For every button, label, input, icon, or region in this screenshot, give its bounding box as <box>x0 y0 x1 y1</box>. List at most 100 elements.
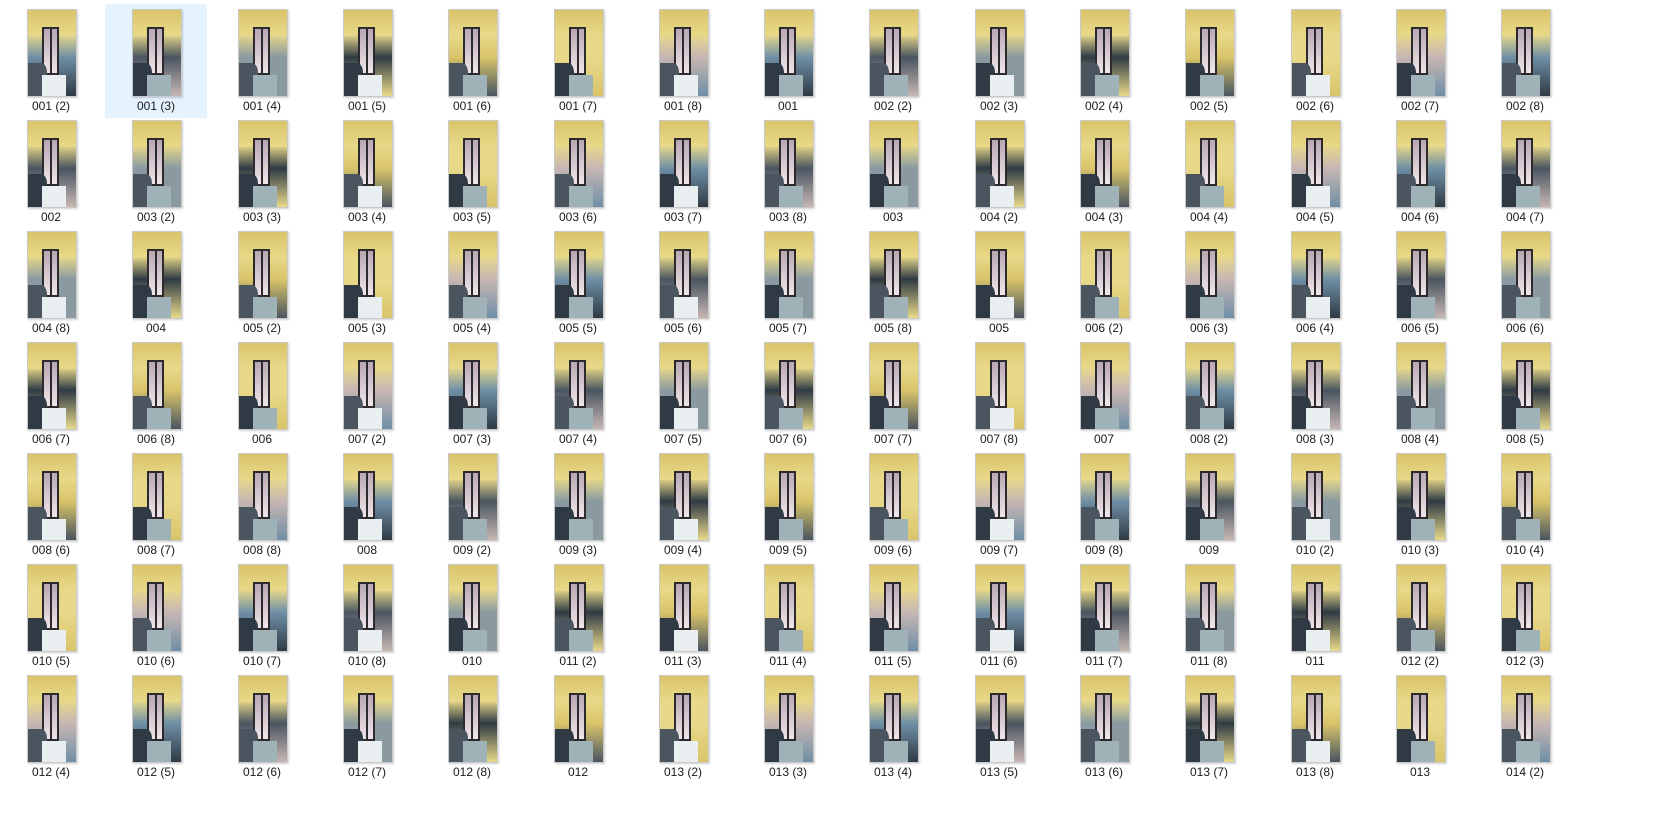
file-item[interactable]: 007 (8) <box>948 337 1050 451</box>
file-item[interactable]: 007 (6) <box>737 337 839 451</box>
file-item[interactable]: 011 (3) <box>632 559 734 673</box>
file-item[interactable]: 012 (8) <box>421 670 523 784</box>
file-item[interactable]: 007 (7) <box>842 337 944 451</box>
file-item[interactable]: 007 (5) <box>632 337 734 451</box>
file-item[interactable]: 006 (3) <box>1158 226 1260 340</box>
file-item[interactable]: 001 (2) <box>0 4 102 118</box>
file-item[interactable]: 006 (7) <box>0 337 102 451</box>
file-item[interactable]: 010 (4) <box>1474 448 1576 562</box>
file-item[interactable]: 008 (5) <box>1474 337 1576 451</box>
file-item[interactable]: 012 (7) <box>316 670 418 784</box>
file-item[interactable]: 010 (2) <box>1264 448 1366 562</box>
file-item[interactable]: 001 <box>737 4 839 118</box>
file-item[interactable]: 002 (8) <box>1474 4 1576 118</box>
file-item[interactable]: 008 (8) <box>211 448 313 562</box>
file-item[interactable]: 013 (8) <box>1264 670 1366 784</box>
file-item[interactable]: 005 <box>948 226 1050 340</box>
file-item[interactable]: 007 (4) <box>527 337 629 451</box>
file-item[interactable]: 008 <box>316 448 418 562</box>
file-item[interactable]: 009 (4) <box>632 448 734 562</box>
file-item[interactable]: 008 (7) <box>105 448 207 562</box>
file-item[interactable]: 004 (8) <box>0 226 102 340</box>
file-item[interactable]: 001 (6) <box>421 4 523 118</box>
file-item[interactable]: 005 (3) <box>316 226 418 340</box>
file-item[interactable]: 013 (4) <box>842 670 944 784</box>
file-item[interactable]: 011 (5) <box>842 559 944 673</box>
file-item[interactable]: 006 (2) <box>1053 226 1155 340</box>
file-item[interactable]: 003 (7) <box>632 115 734 229</box>
file-item[interactable]: 010 (8) <box>316 559 418 673</box>
file-item[interactable]: 009 (2) <box>421 448 523 562</box>
file-item[interactable]: 006 <box>211 337 313 451</box>
file-item[interactable]: 006 (6) <box>1474 226 1576 340</box>
file-item[interactable]: 006 (4) <box>1264 226 1366 340</box>
file-item[interactable]: 013 (5) <box>948 670 1050 784</box>
file-item[interactable]: 008 (6) <box>0 448 102 562</box>
file-item[interactable]: 007 (3) <box>421 337 523 451</box>
file-item[interactable]: 009 (6) <box>842 448 944 562</box>
file-item[interactable]: 001 (5) <box>316 4 418 118</box>
file-item[interactable]: 011 <box>1264 559 1366 673</box>
file-item[interactable]: 004 (2) <box>948 115 1050 229</box>
file-item[interactable]: 005 (5) <box>527 226 629 340</box>
file-item[interactable]: 003 (3) <box>211 115 313 229</box>
file-item[interactable]: 012 (5) <box>105 670 207 784</box>
file-item[interactable]: 002 (6) <box>1264 4 1366 118</box>
file-item[interactable]: 011 (6) <box>948 559 1050 673</box>
file-item[interactable]: 008 (3) <box>1264 337 1366 451</box>
file-item[interactable]: 012 (6) <box>211 670 313 784</box>
file-item[interactable]: 007 (2) <box>316 337 418 451</box>
file-item[interactable]: 010 (3) <box>1369 448 1471 562</box>
file-item[interactable]: 011 (7) <box>1053 559 1155 673</box>
file-item[interactable]: 005 (6) <box>632 226 734 340</box>
file-item[interactable]: 012 (3) <box>1474 559 1576 673</box>
file-item[interactable]: 004 <box>105 226 207 340</box>
file-item[interactable]: 009 (5) <box>737 448 839 562</box>
file-item[interactable]: 012 <box>527 670 629 784</box>
file-item[interactable]: 005 (7) <box>737 226 839 340</box>
file-item[interactable]: 013 (6) <box>1053 670 1155 784</box>
file-item[interactable]: 010 <box>421 559 523 673</box>
file-item[interactable]: 003 (4) <box>316 115 418 229</box>
file-item[interactable]: 009 (3) <box>527 448 629 562</box>
file-item[interactable]: 002 (4) <box>1053 4 1155 118</box>
file-item[interactable]: 014 (2) <box>1474 670 1576 784</box>
file-item[interactable]: 001 (3) <box>105 4 207 118</box>
file-item[interactable]: 001 (7) <box>527 4 629 118</box>
file-item[interactable]: 009 (8) <box>1053 448 1155 562</box>
file-item[interactable]: 004 (3) <box>1053 115 1155 229</box>
file-item[interactable]: 011 (8) <box>1158 559 1260 673</box>
file-item[interactable]: 004 (4) <box>1158 115 1260 229</box>
file-item[interactable]: 006 (5) <box>1369 226 1471 340</box>
file-item[interactable]: 007 <box>1053 337 1155 451</box>
file-item[interactable]: 010 (5) <box>0 559 102 673</box>
file-item[interactable]: 002 <box>0 115 102 229</box>
file-item[interactable]: 003 (5) <box>421 115 523 229</box>
file-item[interactable]: 001 (8) <box>632 4 734 118</box>
file-item[interactable]: 008 (2) <box>1158 337 1260 451</box>
file-item[interactable]: 004 (5) <box>1264 115 1366 229</box>
file-item[interactable]: 012 (2) <box>1369 559 1471 673</box>
file-item[interactable]: 010 (6) <box>105 559 207 673</box>
file-item[interactable]: 013 <box>1369 670 1471 784</box>
file-item[interactable]: 002 (3) <box>948 4 1050 118</box>
file-item[interactable]: 006 (8) <box>105 337 207 451</box>
file-item[interactable]: 013 (7) <box>1158 670 1260 784</box>
file-item[interactable]: 003 (2) <box>105 115 207 229</box>
file-item[interactable]: 004 (7) <box>1474 115 1576 229</box>
file-item[interactable]: 002 (2) <box>842 4 944 118</box>
file-item[interactable]: 012 (4) <box>0 670 102 784</box>
file-item[interactable]: 005 (2) <box>211 226 313 340</box>
file-item[interactable]: 002 (5) <box>1158 4 1260 118</box>
file-item[interactable]: 002 (7) <box>1369 4 1471 118</box>
file-item[interactable]: 003 <box>842 115 944 229</box>
file-item[interactable]: 008 (4) <box>1369 337 1471 451</box>
file-item[interactable]: 010 (7) <box>211 559 313 673</box>
file-item[interactable]: 004 (6) <box>1369 115 1471 229</box>
file-item[interactable]: 009 (7) <box>948 448 1050 562</box>
file-item[interactable]: 013 (3) <box>737 670 839 784</box>
file-item[interactable]: 005 (8) <box>842 226 944 340</box>
file-item[interactable]: 011 (2) <box>527 559 629 673</box>
file-item[interactable]: 001 (4) <box>211 4 313 118</box>
file-item[interactable]: 009 <box>1158 448 1260 562</box>
